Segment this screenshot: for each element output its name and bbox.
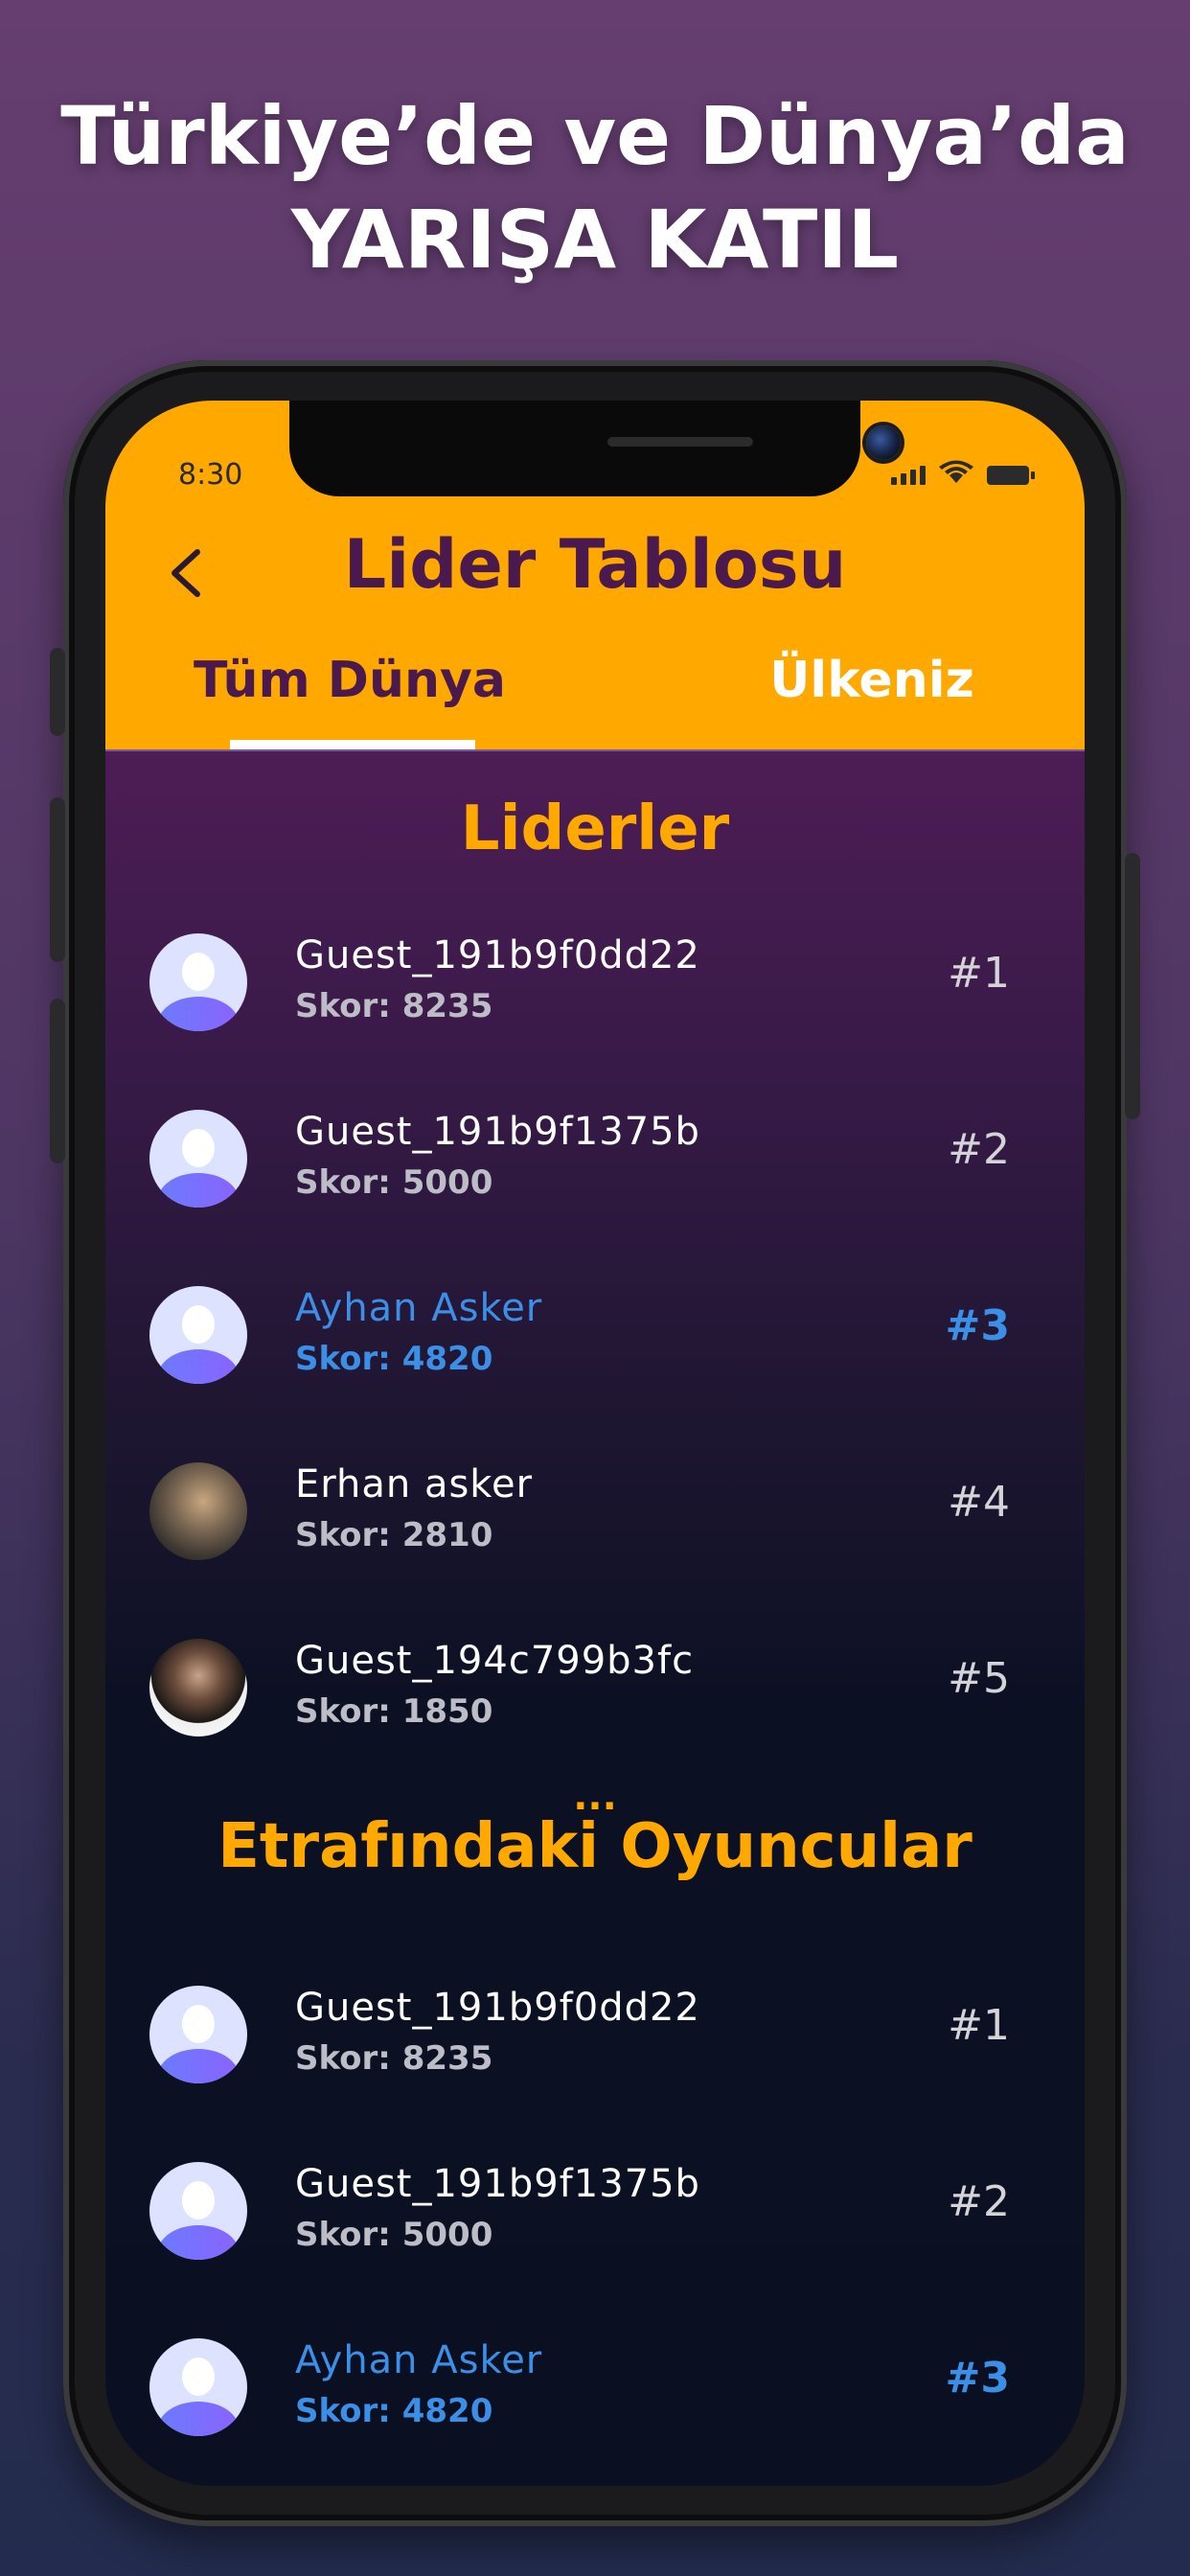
tab-ulkeniz[interactable]: Ülkeniz <box>709 652 1035 709</box>
player-score: Skor: 4820 <box>295 2392 493 2430</box>
player-name: Guest_191b9f1375b <box>295 1110 700 1154</box>
phone-volume-down <box>50 999 65 1163</box>
player-rank: #1 <box>948 2001 1010 2050</box>
status-time: 8:30 <box>178 458 243 492</box>
camera <box>866 426 901 460</box>
player-rank: #1 <box>948 949 1010 998</box>
tab-indicator <box>230 740 475 749</box>
list-item[interactable]: Guest_191b9f0dd22 Skor: 8235 #1 <box>105 1947 1085 2124</box>
page-title: Lider Tablosu <box>343 525 847 604</box>
default-avatar-icon <box>149 2162 247 2260</box>
player-score: Skor: 5000 <box>295 2216 493 2254</box>
player-score: Skor: 2810 <box>295 1516 493 1554</box>
phone-volume-up <box>50 797 65 962</box>
list-item-current-user[interactable]: Ayhan Asker Skor: 4820 #3 <box>105 1248 1085 1424</box>
phone-power-button <box>1125 853 1140 1119</box>
list-item[interactable]: Erhan asker Skor: 2810 #4 <box>105 1424 1085 1600</box>
promo-line-1: Türkiye’de ve Dünya’da <box>60 89 1130 183</box>
speaker <box>607 437 753 447</box>
player-name: Guest_191b9f0dd22 <box>295 933 700 978</box>
phone-mute-switch <box>50 648 65 736</box>
list-item-current-user[interactable]: Ayhan Asker Skor: 4820 #3 <box>105 2300 1085 2476</box>
notch <box>289 401 901 496</box>
player-name: Erhan asker <box>295 1462 534 1506</box>
leaderboard-content: Liderler Guest_191b9f0dd22 Skor: 8235 #1… <box>105 751 1085 2486</box>
app-bar: 8:30 Lider Tablosu Tüm Dünya Ülkeniz <box>105 401 1085 749</box>
player-rank: #5 <box>948 1654 1010 1703</box>
player-name: Ayhan Asker <box>295 1286 543 1330</box>
nearby-players-title: Etrafındaki Oyuncular <box>217 1811 973 1882</box>
player-score: Skor: 4820 <box>295 1340 493 1378</box>
photo-avatar <box>149 1462 247 1560</box>
player-rank: #4 <box>948 1478 1010 1527</box>
player-rank: #3 <box>945 2354 1010 2403</box>
default-avatar-icon <box>149 933 247 1031</box>
player-name: Guest_191b9f0dd22 <box>295 1986 700 2030</box>
promo-headline: Türkiye’de ve Dünya’da YARIŞA KATIL <box>0 84 1190 291</box>
tab-tum-dunya[interactable]: Tüm Dünya <box>192 652 508 709</box>
default-avatar-icon <box>149 2338 247 2436</box>
list-item[interactable]: Guest_194c799b3fc Skor: 1850 #5 <box>105 1600 1085 1777</box>
list-item[interactable]: Guest_191b9f1375b Skor: 5000 #2 <box>105 2124 1085 2300</box>
player-rank: #2 <box>948 2177 1010 2226</box>
player-name: Ayhan Asker <box>295 2338 543 2382</box>
leaders-title: Liderler <box>460 794 730 864</box>
player-score: Skor: 8235 <box>295 2039 493 2078</box>
player-name: Guest_194c799b3fc <box>295 1639 695 1683</box>
player-rank: #3 <box>945 1301 1010 1350</box>
photo-avatar <box>149 1639 247 1736</box>
battery-icon <box>987 466 1035 485</box>
promo-line-2: YARIŞA KATIL <box>290 193 900 287</box>
wifi-icon <box>939 460 973 483</box>
status-icons <box>891 460 1035 485</box>
default-avatar-icon <box>149 1110 247 1208</box>
player-score: Skor: 5000 <box>295 1163 493 1202</box>
list-item[interactable]: Guest_191b9f1375b Skor: 5000 #2 <box>105 1071 1085 1248</box>
signal-icon <box>891 466 926 485</box>
default-avatar-icon <box>149 1286 247 1384</box>
player-score: Skor: 8235 <box>295 987 493 1025</box>
player-rank: #2 <box>948 1125 1010 1174</box>
default-avatar-icon <box>149 1986 247 2083</box>
phone-screen: 8:30 Lider Tablosu Tüm Dünya Ülkeniz Lid… <box>105 401 1085 2486</box>
player-name: Guest_191b9f1375b <box>295 2162 700 2206</box>
player-score: Skor: 1850 <box>295 1692 493 1731</box>
list-item[interactable]: Guest_191b9f0dd22 Skor: 8235 #1 <box>105 895 1085 1071</box>
